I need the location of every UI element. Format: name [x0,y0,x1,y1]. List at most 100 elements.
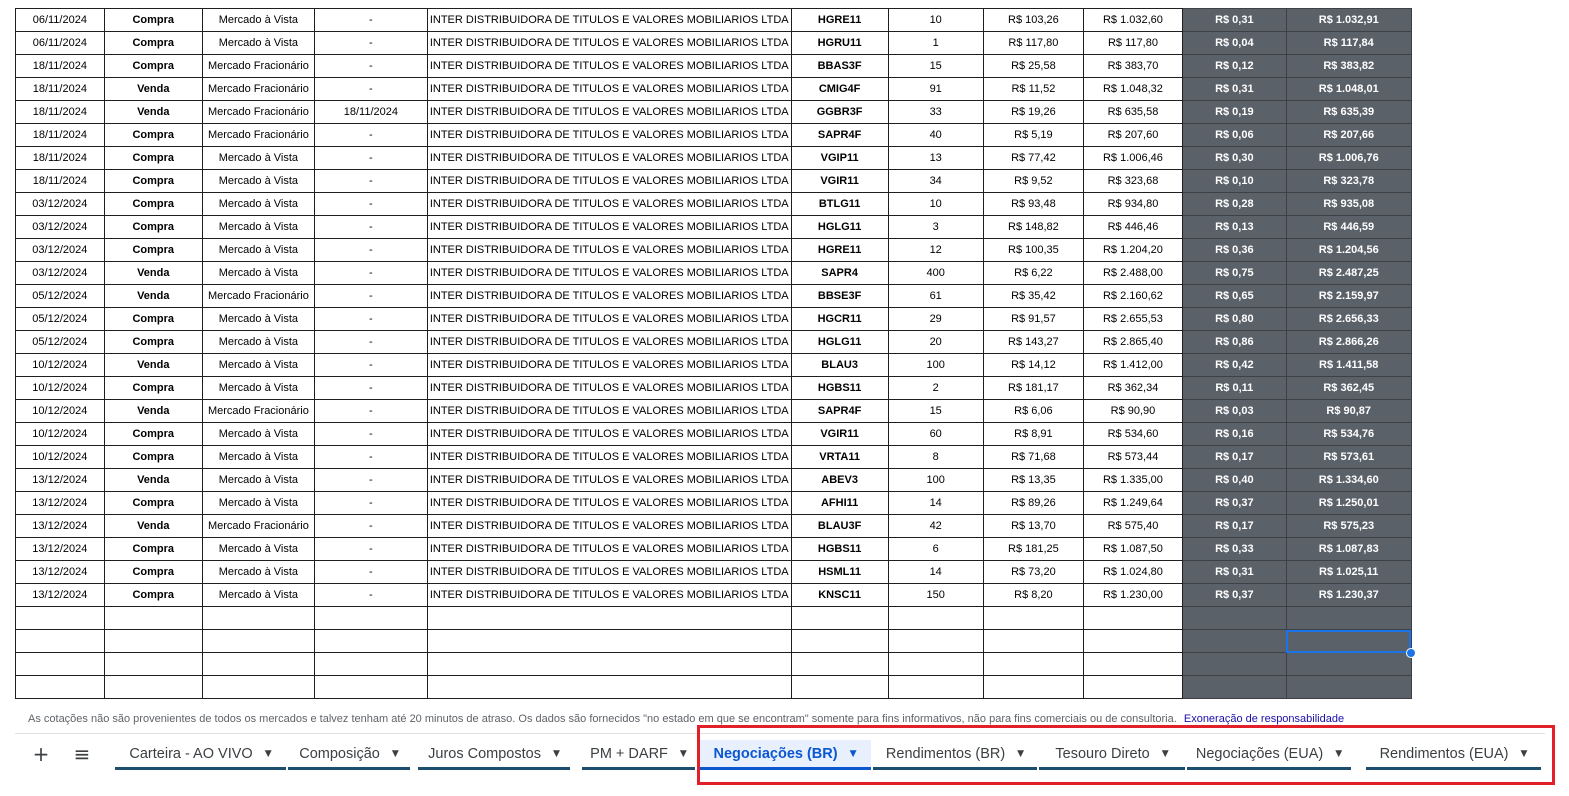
tab-rendimentos-br[interactable]: Rendimentos (BR) ▼ [873,740,1037,770]
cell-taxas[interactable]: R$ 0,06 [1181,123,1287,147]
cell-preco[interactable]: R$ 25,58 [982,54,1085,78]
cell-instituicao[interactable]: INTER DISTRIBUIDORA DE TITULOS E VALORES… [426,376,792,400]
cell-valor[interactable]: R$ 2.655,53 [1083,307,1183,331]
cell-taxas[interactable]: R$ 0,17 [1181,445,1287,469]
cell-valor[interactable]: R$ 383,70 [1083,54,1183,78]
cell-mercado[interactable]: Mercado Fracionário [201,54,315,78]
cell-taxas[interactable]: R$ 0,16 [1181,422,1287,446]
cell-mercado[interactable]: Mercado à Vista [201,330,315,354]
dropdown-caret-icon[interactable]: ▼ [1521,749,1528,759]
cell-data[interactable]: 13/12/2024 [15,468,105,492]
cell-valor[interactable]: R$ 2.160,62 [1083,284,1183,308]
cell-codigo[interactable]: HGRE11 [790,238,889,262]
cell-blank[interactable] [1411,261,1541,285]
cell-data[interactable]: 18/11/2024 [15,169,105,193]
empty-cell[interactable] [1285,606,1412,630]
cell-codigo[interactable]: VGIP11 [790,146,889,170]
cell-taxas[interactable]: R$ 0,75 [1181,261,1287,285]
cell-quantidade[interactable]: 1 [887,31,984,55]
cell-instituicao[interactable]: INTER DISTRIBUIDORA DE TITULOS E VALORES… [426,192,792,216]
cell-data[interactable]: 10/12/2024 [15,399,105,423]
cell-prazo[interactable]: - [313,399,428,423]
cell-instituicao[interactable]: INTER DISTRIBUIDORA DE TITULOS E VALORES… [426,100,792,124]
cell-instituicao[interactable]: INTER DISTRIBUIDORA DE TITULOS E VALORES… [426,353,792,377]
empty-cell[interactable] [1181,652,1287,676]
cell-instituicao[interactable]: INTER DISTRIBUIDORA DE TITULOS E VALORES… [426,215,792,239]
cell-taxas[interactable]: R$ 0,31 [1181,560,1287,584]
cell-blank[interactable] [1411,491,1541,515]
cell-tipo[interactable]: Compra [103,445,203,469]
cell-taxas[interactable]: R$ 0,17 [1181,514,1287,538]
cell-data[interactable]: 03/12/2024 [15,215,105,239]
cell-blank[interactable] [1411,123,1541,147]
fill-handle[interactable] [1406,647,1417,658]
empty-cell[interactable] [426,606,792,630]
cell-mercado[interactable]: Mercado à Vista [201,192,315,216]
cell-blank[interactable] [1411,652,1541,676]
cell-tipo[interactable]: Venda [103,353,203,377]
cell-total[interactable]: R$ 1.250,01 [1285,491,1412,515]
dropdown-caret-icon[interactable]: ▼ [850,749,857,759]
cell-prazo[interactable]: - [313,238,428,262]
cell-tipo[interactable]: Compra [103,537,203,561]
cell-quantidade[interactable]: 20 [887,330,984,354]
cell-mercado[interactable]: Mercado à Vista [201,307,315,331]
cell-tipo[interactable]: Compra [103,491,203,515]
cell-valor[interactable]: R$ 934,80 [1083,192,1183,216]
cell-tipo[interactable]: Venda [103,399,203,423]
cell-mercado[interactable]: Mercado à Vista [201,8,315,32]
cell-total[interactable]: R$ 1.087,83 [1285,537,1412,561]
empty-cell[interactable] [790,675,889,699]
cell-data[interactable]: 10/12/2024 [15,445,105,469]
cell-instituicao[interactable]: INTER DISTRIBUIDORA DE TITULOS E VALORES… [426,307,792,331]
cell-valor[interactable]: R$ 1.032,60 [1083,8,1183,32]
cell-valor[interactable]: R$ 1.335,00 [1083,468,1183,492]
empty-cell[interactable] [201,652,315,676]
cell-quantidade[interactable]: 3 [887,215,984,239]
cell-total[interactable]: R$ 935,08 [1285,192,1412,216]
cell-taxas[interactable]: R$ 0,80 [1181,307,1287,331]
cell-taxas[interactable]: R$ 0,37 [1181,583,1287,607]
cell-mercado[interactable]: Mercado à Vista [201,583,315,607]
tab-rendimentos-eua[interactable]: Rendimentos (EUA) ▼ [1366,740,1541,770]
cell-preco[interactable]: R$ 73,20 [982,560,1085,584]
empty-cell[interactable] [982,675,1085,699]
cell-blank[interactable] [1411,284,1541,308]
cell-data[interactable]: 18/11/2024 [15,54,105,78]
cell-instituicao[interactable]: INTER DISTRIBUIDORA DE TITULOS E VALORES… [426,399,792,423]
cell-prazo[interactable]: - [313,31,428,55]
cell-prazo[interactable]: - [313,284,428,308]
cell-total[interactable]: R$ 362,45 [1285,376,1412,400]
cell-taxas[interactable]: R$ 0,28 [1181,192,1287,216]
cell-total[interactable]: R$ 1.334,60 [1285,468,1412,492]
cell-prazo[interactable]: - [313,353,428,377]
cell-codigo[interactable]: SAPR4 [790,261,889,285]
cell-mercado[interactable]: Mercado à Vista [201,422,315,446]
cell-valor[interactable]: R$ 446,46 [1083,215,1183,239]
cell-blank[interactable] [1411,675,1541,699]
cell-prazo[interactable]: - [313,514,428,538]
empty-cell[interactable] [887,629,984,653]
cell-quantidade[interactable]: 8 [887,445,984,469]
cell-taxas[interactable]: R$ 0,04 [1181,31,1287,55]
empty-cell[interactable] [426,675,792,699]
cell-tipo[interactable]: Compra [103,146,203,170]
cell-total[interactable]: R$ 1.204,56 [1285,238,1412,262]
cell-prazo[interactable]: - [313,146,428,170]
cell-codigo[interactable]: HGBS11 [790,537,889,561]
cell-instituicao[interactable]: INTER DISTRIBUIDORA DE TITULOS E VALORES… [426,468,792,492]
cell-prazo[interactable]: - [313,560,428,584]
cell-tipo[interactable]: Compra [103,560,203,584]
cell-valor[interactable]: R$ 1.087,50 [1083,537,1183,561]
cell-data[interactable]: 03/12/2024 [15,261,105,285]
cell-mercado[interactable]: Mercado Fracionário [201,123,315,147]
cell-mercado[interactable]: Mercado à Vista [201,445,315,469]
empty-cell[interactable] [201,675,315,699]
cell-total[interactable]: R$ 207,66 [1285,123,1412,147]
cell-tipo[interactable]: Compra [103,123,203,147]
cell-taxas[interactable]: R$ 0,86 [1181,330,1287,354]
dropdown-caret-icon[interactable]: ▼ [265,749,272,759]
cell-preco[interactable]: R$ 181,17 [982,376,1085,400]
cell-valor[interactable]: R$ 534,60 [1083,422,1183,446]
cell-blank[interactable] [1411,215,1541,239]
